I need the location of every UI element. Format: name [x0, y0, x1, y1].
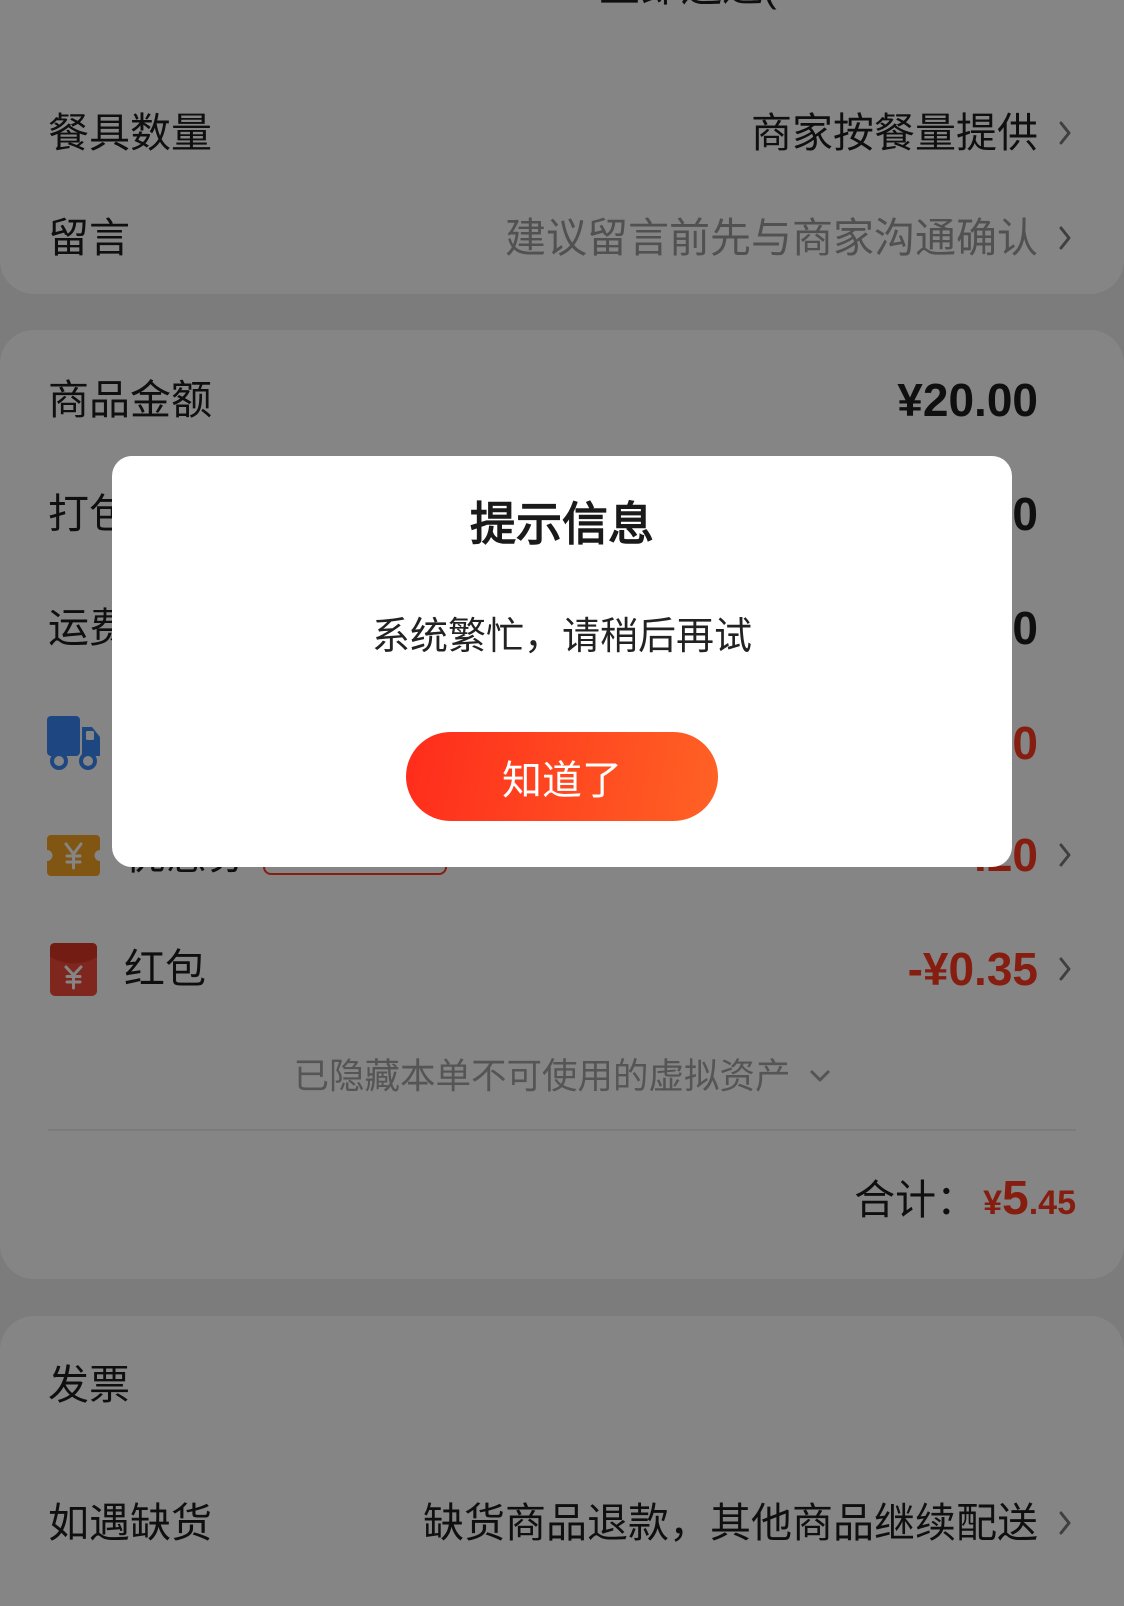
confirm-button[interactable]: 知道了	[406, 732, 718, 821]
dialog-message: 系统繁忙，请稍后再试	[371, 616, 752, 658]
dialog-title: 提示信息	[470, 498, 654, 550]
alert-dialog: 提示信息 系统繁忙，请稍后再试 知道了	[112, 456, 1012, 867]
